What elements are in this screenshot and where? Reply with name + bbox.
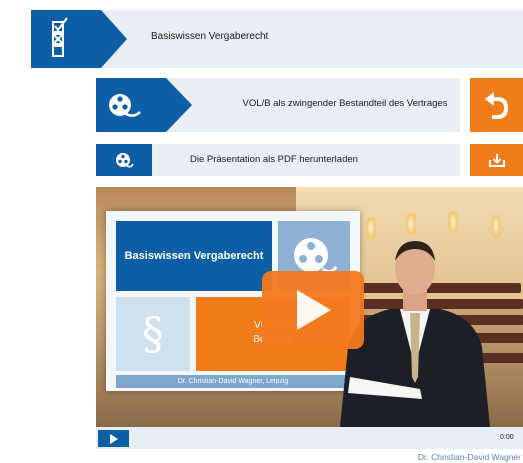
control-play-button[interactable] — [98, 430, 129, 447]
video-player[interactable]: Basiswissen Vergaberecht § VOL/B a Besta… — [96, 187, 523, 427]
play-icon — [297, 290, 331, 330]
play-icon — [110, 433, 118, 444]
wall-light — [491, 215, 501, 237]
slide-paragraph-box: § — [116, 297, 190, 371]
course-header-arrow — [31, 10, 127, 68]
paragraph-symbol: § — [142, 308, 164, 360]
back-button[interactable] — [470, 78, 523, 132]
video-play-button[interactable] — [262, 271, 364, 349]
slide-title-box: Basiswissen Vergaberecht — [116, 221, 272, 291]
pdf-download-label: Die Präsentation als PDF herunterladen — [190, 154, 358, 165]
film-reel-icon — [116, 153, 134, 168]
pdf-icon-box — [96, 144, 152, 176]
slide-title: Basiswissen Vergaberecht — [124, 250, 264, 262]
download-tray-icon — [488, 154, 505, 167]
slide-footer: Dr. Christian-David Wagner, Leipzig — [116, 375, 350, 388]
pdf-download-button[interactable] — [470, 144, 523, 176]
author-credit: Dr. Christian-David Wagner — [417, 452, 521, 462]
undo-arrow-icon — [484, 92, 508, 119]
lesson-title: VOL/B als zwingender Bestandteil des Ver… — [242, 98, 448, 109]
video-control-bar — [96, 427, 523, 449]
video-time: 0:00 — [500, 434, 514, 441]
course-title: Basiswissen Vergaberecht — [151, 31, 269, 42]
